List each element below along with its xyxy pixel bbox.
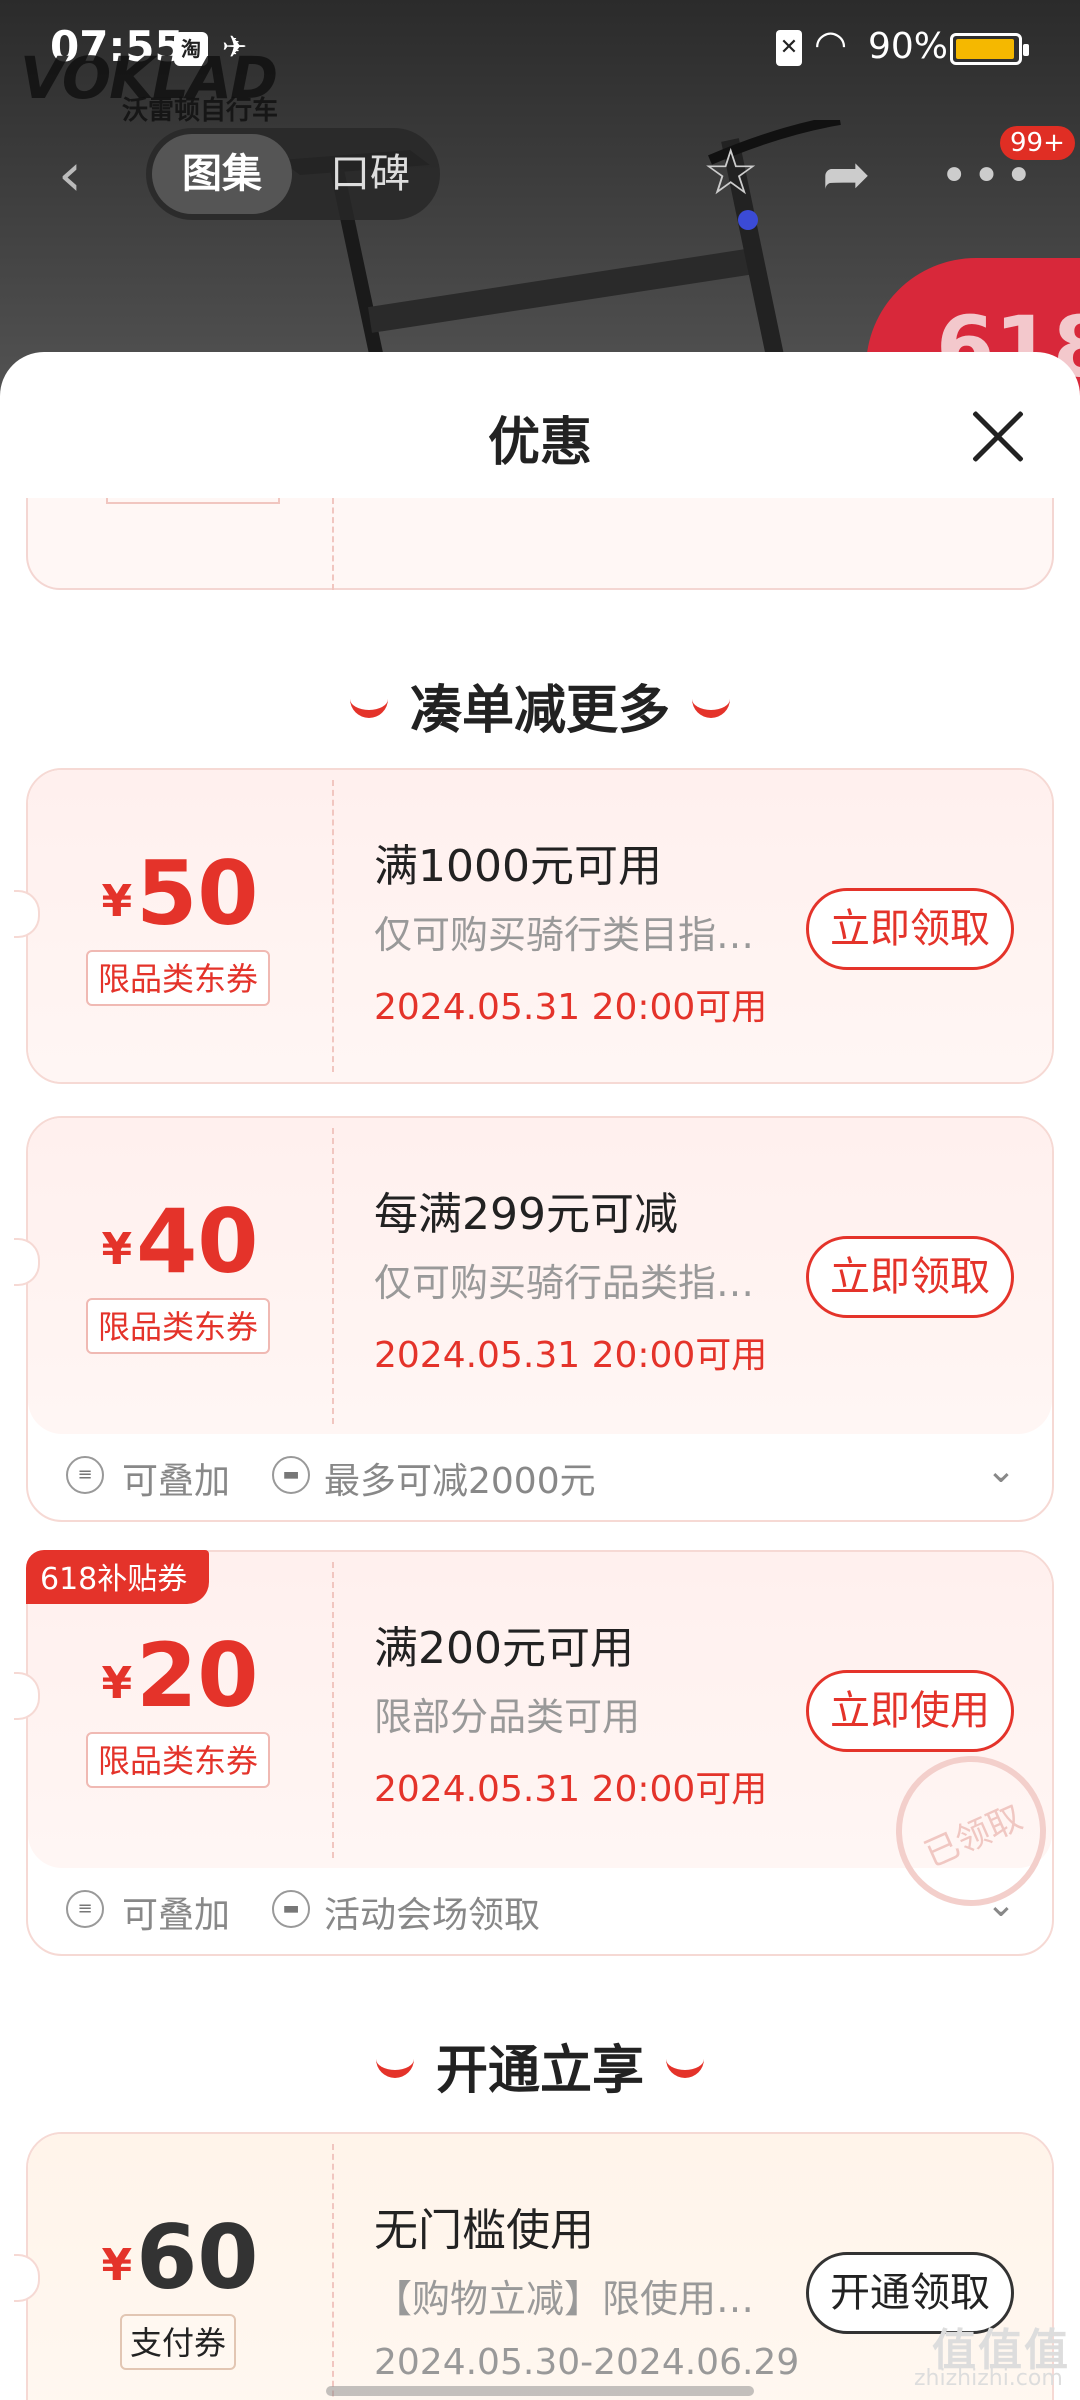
coupon-footer[interactable]: ≡ 可叠加 ▬ 最多可减2000元 ⌄	[28, 1434, 1052, 1520]
decor-icon	[666, 2050, 704, 2078]
coupon-condition: 满1000元可用	[374, 841, 662, 892]
coupon-card: ¥40 限品类东券 每满299元可减 仅可购买骑行品类指… 2024.05.31…	[14, 1116, 1054, 1522]
coupon-time: 2024.05.30-2024.06.29	[374, 2342, 800, 2383]
decor-icon	[349, 690, 388, 718]
chevron-down-icon[interactable]: ⌄	[986, 1450, 1016, 1491]
tab-reviews[interactable]: 口碑	[310, 134, 430, 214]
coupon-desc: 仅可购买骑行类目指…	[374, 913, 755, 957]
claim-button[interactable]: 立即领取	[806, 888, 1014, 970]
battery-percent: 90%	[868, 26, 949, 67]
coupon-desc: 【购物立减】限使用…	[374, 2277, 755, 2321]
coupon-amount: ¥40	[101, 1190, 259, 1293]
coupon-time: 2024.05.31 20:00可用	[374, 1769, 768, 1810]
coupon-desc: 限部分品类可用	[374, 1695, 641, 1739]
home-indicator[interactable]	[326, 2386, 754, 2396]
coupon-amount: ¥20	[101, 1624, 259, 1727]
sheet-title: 优惠	[487, 413, 592, 473]
coupon-type: 限品类东券	[86, 950, 270, 1006]
stackable-label: 可叠加	[122, 1461, 231, 1502]
coupon-note: 最多可减2000元	[324, 1461, 596, 1502]
coupon-desc: 仅可购买骑行品类指…	[374, 1261, 755, 1305]
wifi-icon: ◠	[814, 22, 848, 66]
decor-icon	[375, 2050, 414, 2078]
coupon-type: 支付券	[120, 2314, 236, 2370]
watermark-url: zhizhizhi.com	[914, 2366, 1063, 2391]
coupon-card-partial	[26, 498, 1054, 590]
discount-sheet: 优惠 凑单减更多 ¥50 限品类东券 满1000元可用 仅可购买骑行类目指… 2…	[0, 352, 1080, 2400]
coupon-condition: 每满299元可减	[374, 1189, 678, 1240]
coupon-card: 已领取 ¥20 限品类东券 满200元可用 限部分品类可用 2024.05.31…	[14, 1550, 1071, 1956]
share-icon[interactable]: ➦	[822, 140, 871, 208]
chevron-down-icon[interactable]: ⌄	[986, 1884, 1016, 1925]
coupon-amount: ¥60	[101, 2206, 259, 2309]
decor-icon	[692, 690, 730, 718]
coupon-amount: ¥50	[101, 842, 259, 945]
stackable-label: 可叠加	[122, 1895, 231, 1936]
coupon-type: 限品类东券	[86, 1298, 270, 1354]
section-title-vip: 开通立享	[0, 2028, 1080, 2103]
ticket-icon: ▬	[272, 1456, 310, 1494]
subsidy-ribbon: 618补贴券	[26, 1550, 210, 1604]
sim-icon: ✕	[776, 30, 802, 66]
coupon-type: 限品类东券	[86, 1732, 270, 1788]
coupon-time: 2024.05.31 20:00可用	[374, 1335, 768, 1376]
message-badge: 99+	[1000, 126, 1075, 160]
stack-icon: ≡	[66, 1456, 104, 1494]
coupon-condition: 无门槛使用	[374, 2205, 594, 2256]
coupon-card: ¥60 支付券 无门槛使用 【购物立减】限使用… 2024.05.30-2024…	[14, 2132, 1054, 2400]
brand-name: 沃雷顿自行车	[122, 96, 279, 126]
coupon-note: 活动会场领取	[324, 1895, 541, 1936]
coupon-card: ¥50 限品类东券 满1000元可用 仅可购买骑行类目指… 2024.05.31…	[14, 768, 1054, 1084]
tab-gallery[interactable]: 图集	[152, 134, 292, 214]
section-title-more: 凑单减更多	[0, 668, 1080, 743]
back-icon[interactable]: ‹	[58, 140, 82, 210]
coupon-time: 2024.05.31 20:00可用	[374, 987, 768, 1028]
coupon-condition: 满200元可用	[374, 1623, 634, 1674]
use-button[interactable]: 立即使用	[806, 1670, 1014, 1752]
battery-icon	[950, 33, 1029, 65]
coupon-footer[interactable]: ≡ 可叠加 ▬ 活动会场领取 ⌄	[28, 1868, 1052, 1954]
favorite-star-icon[interactable]: ☆	[702, 136, 759, 210]
ticket-icon: ▬	[272, 1890, 310, 1928]
close-icon[interactable]	[968, 406, 1028, 466]
claim-button[interactable]: 立即领取	[806, 1236, 1014, 1318]
media-tab-switch: 图集 口碑	[146, 128, 440, 220]
stack-icon: ≡	[66, 1890, 104, 1928]
